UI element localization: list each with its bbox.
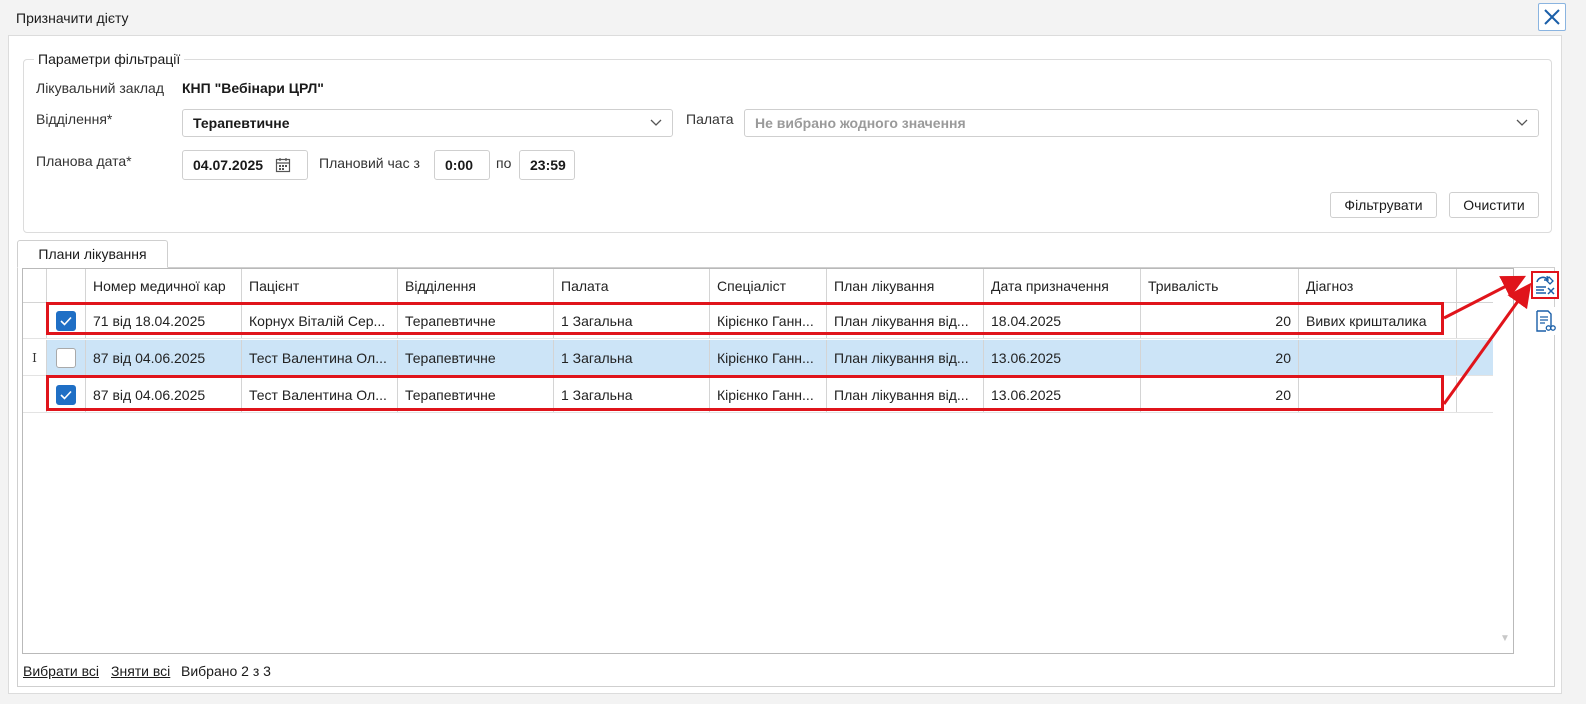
row-checkbox-cell[interactable] [47, 377, 86, 412]
view-document-button[interactable] [1531, 307, 1559, 335]
time-to-value: 23:59 [530, 157, 566, 173]
cell-empty [1457, 340, 1493, 375]
facility-label: Лікувальний заклад [36, 80, 164, 96]
column-header-department[interactable]: Відділення [398, 269, 554, 302]
checkmark-icon [60, 316, 72, 326]
row-checkbox[interactable] [56, 310, 76, 331]
row-checkbox-cell[interactable] [47, 340, 86, 375]
grid-header: Номер медичної кар Пацієнт Відділення Па… [23, 269, 1493, 303]
date-value: 04.07.2025 [193, 157, 264, 173]
ward-label: Палата [686, 111, 734, 127]
cell-empty [1457, 377, 1493, 412]
table-row[interactable]: 87 від 04.06.2025 Тест Валентина Ол... Т… [23, 377, 1493, 413]
cell-date: 18.04.2025 [984, 303, 1141, 338]
cell-duration: 20 [1141, 303, 1299, 338]
cell-duration: 20 [1141, 377, 1299, 412]
table-row[interactable]: 71 від 18.04.2025 Корнух Віталій Сер... … [23, 303, 1493, 339]
cell-card-number: 71 від 18.04.2025 [86, 303, 242, 338]
cell-specialist: Кірієнко Ганн... [710, 340, 827, 375]
assign-diet-icon [1536, 275, 1555, 295]
column-header-plan[interactable]: План лікування [827, 269, 984, 302]
cell-card-number: 87 від 04.06.2025 [86, 340, 242, 375]
time-label: Плановий час з [319, 155, 420, 171]
date-field[interactable]: 04.07.2025 [182, 150, 308, 180]
department-select[interactable]: Терапевтичне [182, 109, 673, 137]
cell-date: 13.06.2025 [984, 377, 1141, 412]
cell-plan: План лікування від... [827, 303, 984, 338]
selected-count: Вибрано 2 з 3 [181, 663, 271, 679]
time-from-field[interactable]: 0:00 [434, 150, 490, 180]
ward-select[interactable]: Не вибрано жодного значення [744, 109, 1539, 137]
cell-ward: 1 Загальна [554, 377, 710, 412]
time-to-label: по [496, 155, 512, 171]
time-from-value: 0:00 [445, 157, 474, 173]
department-value: Терапевтичне [193, 115, 290, 131]
scroll-down-arrow[interactable]: ▼ [1500, 633, 1510, 644]
cell-plan: План лікування від... [827, 340, 984, 375]
row-indicator: I [23, 340, 47, 375]
cell-diagnosis [1299, 377, 1457, 412]
dialog-content: Параметри фільтрації Лікувальний заклад … [8, 35, 1562, 694]
cell-patient: Тест Валентина Ол... [242, 377, 398, 412]
close-button[interactable] [1538, 3, 1566, 31]
column-header-patient[interactable]: Пацієнт [242, 269, 398, 302]
filter-panel: Параметри фільтрації [23, 51, 1552, 233]
ward-placeholder: Не вибрано жодного значення [755, 115, 966, 131]
cell-plan: План лікування від... [827, 377, 984, 412]
time-to-field[interactable]: 23:59 [519, 150, 575, 180]
department-label: Відділення* [36, 111, 113, 127]
cell-specialist: Кірієнко Ганн... [710, 303, 827, 338]
current-row-marker: I [32, 350, 37, 365]
cell-department: Терапевтичне [398, 377, 554, 412]
cell-duration: 20 [1141, 340, 1299, 375]
close-icon [1544, 9, 1560, 25]
cell-specialist: Кірієнко Ганн... [710, 377, 827, 412]
treatment-plans-grid: Номер медичної кар Пацієнт Відділення Па… [22, 268, 1514, 654]
cell-patient: Тест Валентина Ол... [242, 340, 398, 375]
date-label: Планова дата* [36, 153, 132, 169]
window-title: Призначити дієту [16, 10, 129, 26]
cell-date: 13.06.2025 [984, 340, 1141, 375]
row-checkbox-cell[interactable] [47, 303, 86, 338]
cell-department: Терапевтичне [398, 303, 554, 338]
column-header-ward[interactable]: Палата [554, 269, 710, 302]
row-indicator [23, 377, 47, 412]
table-row[interactable]: I 87 від 04.06.2025 Тест Валентина Ол...… [23, 340, 1493, 376]
select-all-link[interactable]: Вибрати всі [23, 663, 99, 679]
cell-ward: 1 Загальна [554, 303, 710, 338]
header-indicator [23, 269, 47, 302]
column-header-date[interactable]: Дата призначення [984, 269, 1141, 302]
column-header-specialist[interactable]: Спеціаліст [710, 269, 827, 302]
cell-diagnosis [1299, 340, 1457, 375]
deselect-all-link[interactable]: Зняти всі [111, 663, 170, 679]
header-checkbox [47, 269, 86, 302]
document-search-icon [1536, 310, 1556, 332]
tab-treatment-plans[interactable]: Плани лікування [17, 240, 168, 268]
cell-diagnosis: Вивих кришталика [1299, 303, 1457, 338]
cell-empty [1457, 303, 1493, 338]
row-indicator [23, 303, 47, 338]
assign-diet-button[interactable] [1531, 271, 1559, 299]
cell-department: Терапевтичне [398, 340, 554, 375]
clear-button[interactable]: Очистити [1449, 192, 1539, 218]
cell-patient: Корнух Віталій Сер... [242, 303, 398, 338]
filter-legend: Параметри фільтрації [38, 51, 181, 67]
cell-ward: 1 Загальна [554, 340, 710, 375]
chevron-down-icon [650, 119, 662, 126]
row-checkbox[interactable] [56, 384, 76, 405]
cell-card-number: 87 від 04.06.2025 [86, 377, 242, 412]
chevron-down-icon [1516, 119, 1528, 126]
column-header-empty [1457, 269, 1493, 302]
calendar-icon[interactable] [275, 157, 291, 173]
tab-panel: Номер медичної кар Пацієнт Відділення Па… [17, 267, 1559, 687]
checkmark-icon [60, 390, 72, 400]
column-header-diagnosis[interactable]: Діагноз [1299, 269, 1457, 302]
column-header-duration[interactable]: Тривалість [1141, 269, 1299, 302]
filter-button[interactable]: Фільтрувати [1330, 192, 1437, 218]
row-checkbox[interactable] [56, 347, 76, 368]
column-header-card-number[interactable]: Номер медичної кар [86, 269, 242, 302]
facility-value: КНП "Вебінари ЦРЛ" [182, 80, 324, 96]
